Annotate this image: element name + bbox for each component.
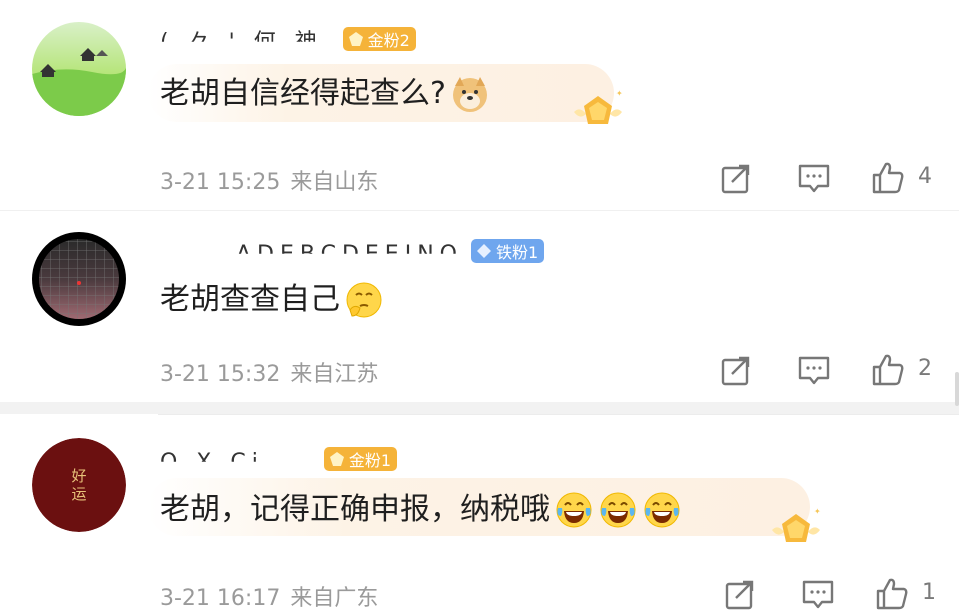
divider bbox=[0, 402, 959, 414]
comment-location: 来自江苏 bbox=[290, 362, 379, 387]
badge-label: 金粉2 bbox=[367, 31, 410, 50]
comment-meta: 3-21 16:17 来自广东 bbox=[160, 580, 378, 612]
svg-text:✦: ✦ bbox=[814, 507, 821, 516]
avatar[interactable] bbox=[32, 232, 126, 326]
laugh-cry-emoji-icon bbox=[644, 492, 680, 528]
laugh-cry-emoji-icon bbox=[556, 492, 592, 528]
comment-icon[interactable] bbox=[796, 352, 832, 388]
comment-actions: 4 bbox=[716, 160, 946, 200]
scrollbar[interactable] bbox=[955, 372, 959, 406]
comment-meta: 3-21 15:32 来自江苏 bbox=[160, 356, 378, 388]
avatar[interactable]: 好 运 bbox=[32, 438, 126, 532]
like-count: 4 bbox=[918, 164, 932, 189]
comment-icon[interactable] bbox=[796, 160, 832, 196]
comment-location: 来自山东 bbox=[290, 170, 379, 195]
comment-time: 3-21 15:32 bbox=[160, 362, 281, 387]
name-row: ADEBCDEEINO 铁粉1 bbox=[160, 238, 545, 264]
username[interactable]: O X Ci bbox=[160, 450, 264, 462]
comment-text-row: 老胡，记得正确申报，纳税哦 bbox=[160, 490, 682, 530]
share-icon[interactable] bbox=[722, 576, 758, 612]
comment-text-row: 老胡查查自己 bbox=[160, 280, 384, 320]
avatar-text-2: 运 bbox=[71, 485, 86, 503]
fan-medal-icon: ✦ bbox=[772, 507, 821, 542]
like-icon[interactable] bbox=[870, 160, 906, 196]
comment-actions: 2 bbox=[716, 352, 946, 392]
comment-item: ADEBCDEEINO 铁粉1 老胡查查自己 3-21 15:32 来自江苏 2 bbox=[0, 210, 959, 402]
comment-time: 3-21 15:25 bbox=[160, 170, 281, 195]
name-row: O X Ci 金粉1 bbox=[160, 446, 398, 472]
crown-icon bbox=[329, 452, 344, 466]
crown-icon bbox=[348, 32, 363, 46]
comment-actions: 1 bbox=[716, 576, 946, 616]
comment-text: 老胡，记得正确申报，纳税哦 bbox=[160, 492, 550, 527]
fan-badge: 铁粉1 bbox=[470, 239, 545, 263]
comment-text: 老胡查查自己 bbox=[160, 282, 340, 317]
like-count: 1 bbox=[922, 580, 936, 605]
like-count: 2 bbox=[918, 356, 932, 381]
comment-text: 老胡自信经得起查么? bbox=[160, 76, 446, 111]
comment-meta: 3-21 15:25 来自山东 bbox=[160, 164, 378, 196]
svg-text:✦: ✦ bbox=[616, 89, 623, 98]
share-icon[interactable] bbox=[718, 160, 754, 196]
diamond-icon bbox=[476, 244, 491, 258]
comment-location: 来自广东 bbox=[290, 586, 379, 611]
fan-badge: 金粉1 bbox=[323, 447, 398, 471]
like-icon[interactable] bbox=[874, 576, 910, 612]
fan-medal-icon: ✦ bbox=[574, 89, 623, 124]
avatar-grid-image bbox=[32, 232, 126, 326]
avatar-text-1: 好 bbox=[71, 467, 86, 485]
name-row: ( 々 ' 何 神 金粉2 bbox=[160, 26, 416, 52]
doge-emoji-icon bbox=[452, 77, 487, 112]
like-icon[interactable] bbox=[870, 352, 906, 388]
thinking-emoji-icon bbox=[346, 282, 382, 318]
avatar-landscape-image bbox=[32, 22, 126, 116]
laugh-cry-emoji-icon bbox=[600, 492, 636, 528]
comment-text-row: 老胡自信经得起查么? bbox=[160, 74, 490, 114]
avatar[interactable] bbox=[32, 22, 126, 116]
comment-time: 3-21 16:17 bbox=[160, 586, 281, 611]
fan-badge: 金粉2 bbox=[342, 27, 416, 51]
share-icon[interactable] bbox=[718, 352, 754, 388]
badge-label: 金粉1 bbox=[348, 451, 392, 470]
badge-label: 铁粉1 bbox=[495, 243, 539, 262]
comment-item: 好 运 O X Ci 金粉1 老胡，记得正确申报，纳税哦 ✦ 3-21 16:1… bbox=[0, 414, 959, 616]
username[interactable]: ADEBCDEEINO bbox=[236, 242, 463, 254]
avatar-good-luck-image: 好 运 bbox=[32, 438, 126, 532]
comment-item: ( 々 ' 何 神 金粉2 老胡自信经得起查么? ✦ 3-21 15:25 来自山… bbox=[0, 0, 959, 210]
username[interactable]: ( 々 ' 何 神 bbox=[160, 30, 323, 42]
comment-icon[interactable] bbox=[800, 576, 836, 612]
